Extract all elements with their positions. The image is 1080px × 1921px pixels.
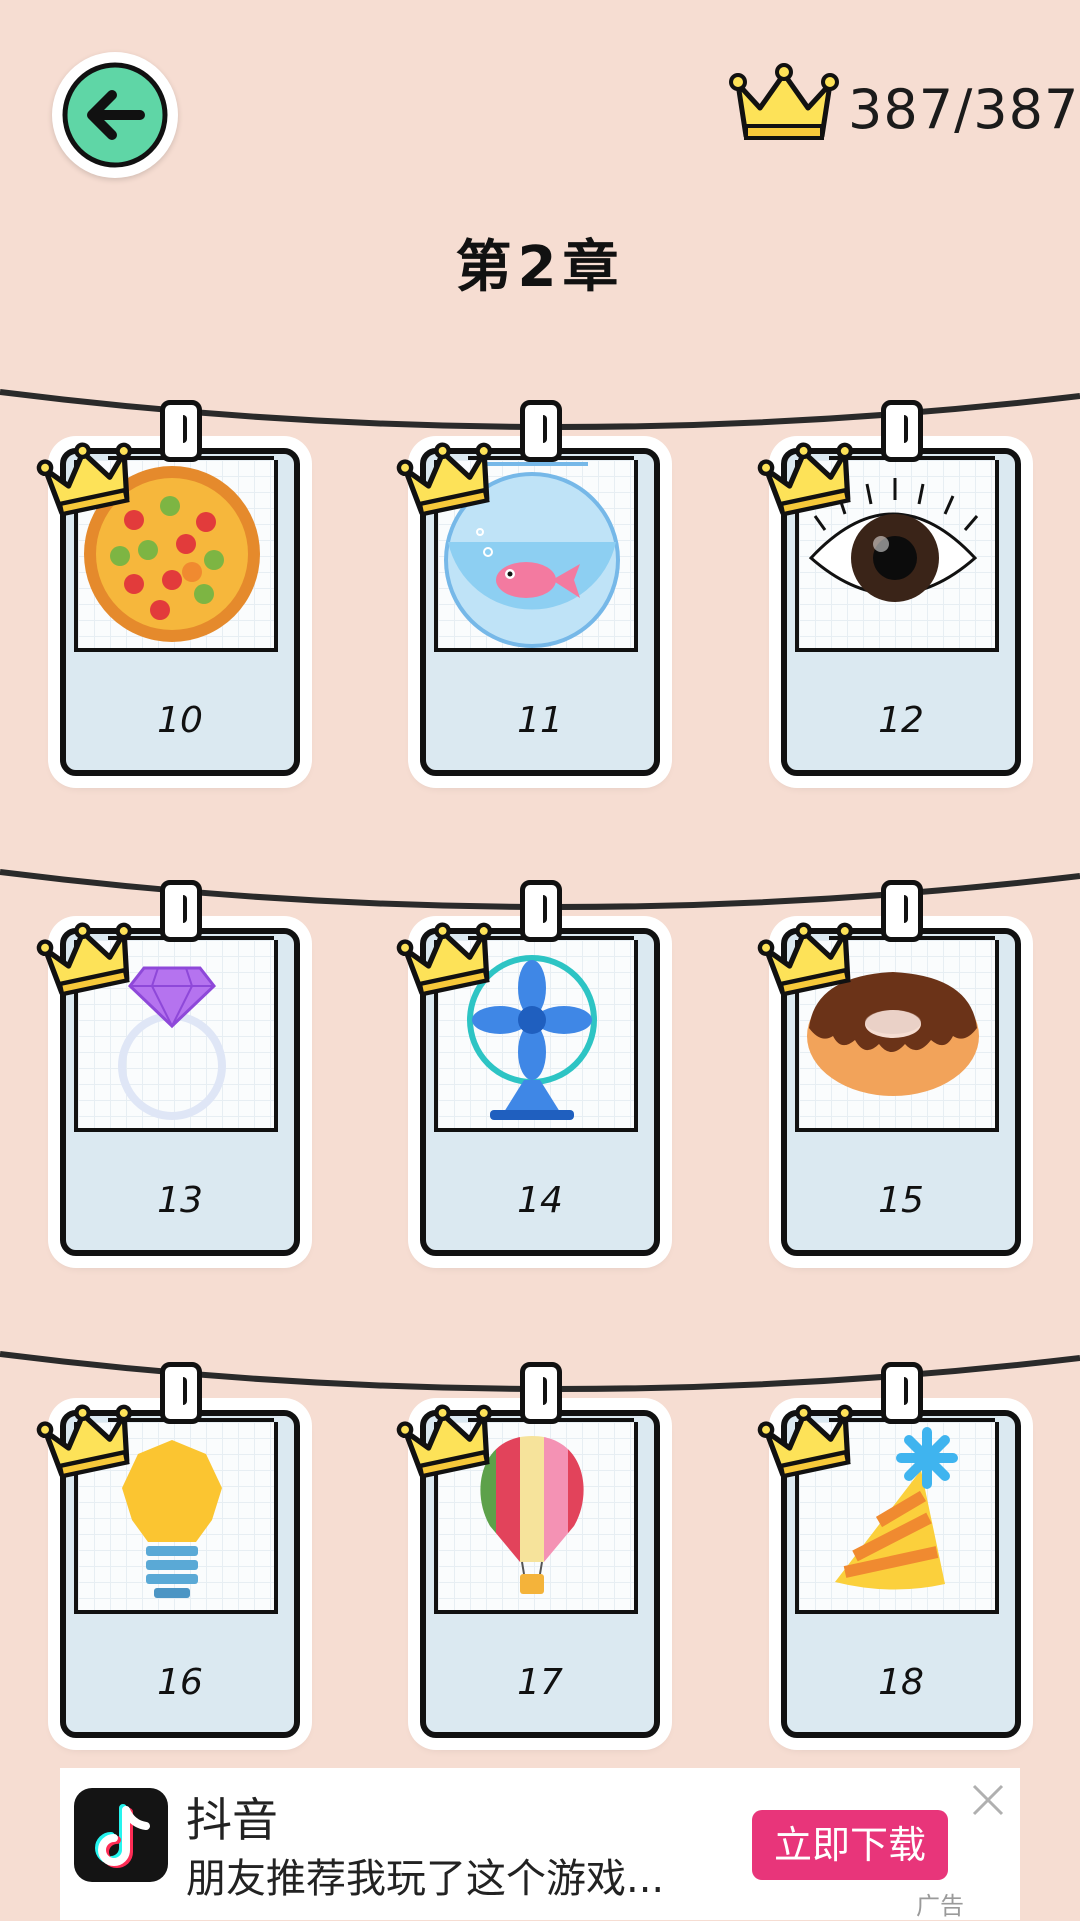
level-card-15[interactable]: 15 [757, 880, 1041, 1280]
ad-banner[interactable]: 抖音 朋友推荐我玩了这个游戏... 立即下载 广告 [60, 1768, 1020, 1920]
level-card-17[interactable]: 17 [396, 1362, 680, 1762]
level-number: 13 [157, 1180, 203, 1221]
paper-clip [881, 880, 923, 942]
paper-clip [520, 880, 562, 942]
level-card-16[interactable]: 16 [36, 1362, 320, 1762]
level-number: 15 [878, 1180, 924, 1221]
crown-icon [757, 922, 854, 997]
level-card-13[interactable]: 13 [36, 880, 320, 1280]
crown-icon [396, 922, 493, 997]
ad-title: 抖音 [186, 1793, 278, 1847]
level-card-12[interactable]: 12 [757, 400, 1041, 800]
level-card-10[interactable]: 10 [36, 400, 320, 800]
paper-clip [881, 400, 923, 462]
ad-label: 广告 [916, 1892, 964, 1920]
crown-icon [757, 1404, 854, 1479]
paper-clip [520, 1362, 562, 1424]
ad-description: 朋友推荐我玩了这个游戏... [186, 1856, 665, 1902]
crown-icon [757, 442, 854, 517]
crown-icon [396, 1404, 493, 1479]
level-card-11[interactable]: 11 [396, 400, 680, 800]
paper-clip [160, 400, 202, 462]
level-number: 14 [517, 1180, 563, 1221]
tiktok-icon [74, 1788, 168, 1882]
level-number: 18 [878, 1662, 924, 1703]
level-number: 12 [878, 700, 924, 741]
level-card-14[interactable]: 14 [396, 880, 680, 1280]
crown-icon [36, 442, 133, 517]
paper-clip [160, 880, 202, 942]
download-button[interactable]: 立即下载 [752, 1810, 948, 1880]
level-number: 10 [157, 700, 203, 741]
crown-icon [36, 1404, 133, 1479]
close-icon[interactable] [968, 1780, 1008, 1820]
paper-clip [520, 400, 562, 462]
level-number: 11 [517, 700, 563, 741]
crown-icon [396, 442, 493, 517]
paper-clip [881, 1362, 923, 1424]
paper-clip [160, 1362, 202, 1424]
level-number: 16 [157, 1662, 203, 1703]
crown-icon [36, 922, 133, 997]
level-number: 17 [517, 1662, 563, 1703]
level-card-18[interactable]: 18 [757, 1362, 1041, 1762]
